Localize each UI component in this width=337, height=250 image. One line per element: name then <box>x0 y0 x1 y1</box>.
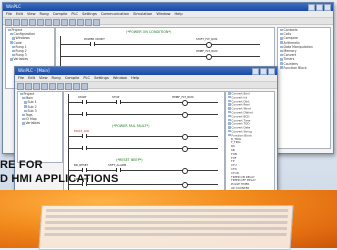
compile-icon[interactable] <box>73 83 80 90</box>
tree-item[interactable]: Variables <box>18 121 62 125</box>
contact-label: POWER ON BIT <box>84 37 105 41</box>
coil[interactable] <box>182 111 188 118</box>
menu-help[interactable]: Help <box>131 75 139 81</box>
coil-label: HMBF_FLT_RUN <box>196 49 218 53</box>
menu-simulation[interactable]: Simulation <box>133 11 152 17</box>
menu-window[interactable]: Window <box>113 75 127 81</box>
menu-window[interactable]: Window <box>156 11 170 17</box>
menu-help[interactable]: Help <box>174 11 182 17</box>
coil-icon[interactable] <box>77 19 84 26</box>
new-icon[interactable] <box>5 19 12 26</box>
compile-icon[interactable] <box>85 19 92 26</box>
open-icon[interactable] <box>25 83 32 90</box>
contact-icon[interactable] <box>69 19 76 26</box>
menu-file[interactable]: File <box>6 11 12 17</box>
promo-banner: RE FOR D HMI APPLICATIONS <box>0 152 337 200</box>
rung-line <box>68 136 218 137</box>
print-icon[interactable] <box>41 83 48 90</box>
left-power-rail <box>60 36 61 66</box>
undo-icon[interactable] <box>53 19 60 26</box>
maximize-icon[interactable] <box>260 68 267 75</box>
menu-file[interactable]: File <box>18 75 24 81</box>
cut-icon[interactable] <box>29 19 36 26</box>
save-icon[interactable] <box>21 19 28 26</box>
rung-line <box>68 114 218 115</box>
minimize-icon[interactable] <box>252 68 259 75</box>
front-toolbar <box>15 82 277 90</box>
window-controls <box>252 68 275 75</box>
contact[interactable] <box>82 100 87 104</box>
contact[interactable] <box>82 146 87 150</box>
download-icon[interactable] <box>93 19 100 26</box>
menu-communication[interactable]: Communication <box>101 11 129 17</box>
save-icon[interactable] <box>33 83 40 90</box>
contact[interactable] <box>82 134 87 138</box>
coil-icon[interactable] <box>57 83 64 90</box>
menu-edit[interactable]: Edit <box>16 11 23 17</box>
banner-line-2: D HMI APPLICATIONS <box>0 173 119 185</box>
menu-rung[interactable]: Rung <box>52 75 61 81</box>
contact[interactable] <box>116 100 121 104</box>
coil[interactable] <box>206 41 212 48</box>
coil[interactable] <box>182 133 188 140</box>
maximize-icon[interactable] <box>316 4 323 11</box>
copy-icon[interactable] <box>37 19 44 26</box>
back-ladder-editor[interactable]: (*POWER ON CONDITION*) POWER ON BIT SHIF… <box>55 27 275 69</box>
back-window-title: WinPLC <box>6 4 21 9</box>
contact-icon[interactable] <box>49 83 56 90</box>
menu-plc[interactable]: PLC <box>71 11 78 17</box>
rung-line <box>68 102 218 103</box>
coil-label: SHIFT_FLT_RUN <box>196 37 218 41</box>
bottom-document-sheet <box>38 205 294 250</box>
paste-icon[interactable] <box>45 19 52 26</box>
menu-rung[interactable]: Rung <box>40 11 49 17</box>
instruction-item[interactable]: Function Block <box>278 66 330 70</box>
run-icon[interactable] <box>81 83 88 90</box>
coil-label: HMBF_FLT_RUN <box>172 95 194 99</box>
menu-compile[interactable]: Compile <box>65 75 80 81</box>
branch-icon[interactable] <box>65 83 72 90</box>
rung-comment: (*POWER ON CONDITION*) <box>126 30 172 34</box>
coil[interactable] <box>182 145 188 152</box>
contact-label: FAULT_ACK <box>74 129 90 133</box>
rung-line <box>68 148 218 149</box>
menu-view[interactable]: View <box>27 11 36 17</box>
contact-label: START <box>78 95 87 99</box>
menu-view[interactable]: View <box>39 75 48 81</box>
menu-compile[interactable]: Compile <box>53 11 68 17</box>
coil[interactable] <box>206 53 212 60</box>
open-icon[interactable] <box>13 19 20 26</box>
minimize-icon[interactable] <box>308 4 315 11</box>
close-icon[interactable] <box>324 4 331 11</box>
front-menubar: File Edit View Rung Compile PLC Settings… <box>15 75 277 82</box>
contact[interactable] <box>90 42 95 46</box>
front-window-titlebar: WinPLC - [Main] <box>15 67 277 75</box>
redo-icon[interactable] <box>61 19 68 26</box>
menu-edit[interactable]: Edit <box>28 75 35 81</box>
back-instruction-list: Contacts Coils Compare Arithmetic Data M… <box>277 27 331 149</box>
new-icon[interactable] <box>17 83 24 90</box>
menu-settings[interactable]: Settings <box>82 11 97 17</box>
contact[interactable] <box>82 112 87 116</box>
rung-comment: (*POWER FAIL FAULT*) <box>112 124 150 128</box>
tree-item[interactable]: Variables <box>6 57 54 61</box>
back-toolbar <box>3 18 333 26</box>
menu-settings[interactable]: Settings <box>94 75 109 81</box>
banner-line-1: RE FOR <box>0 159 43 171</box>
front-window-title: WinPLC - [Main] <box>18 68 50 73</box>
back-menubar: File Edit View Rung Compile PLC Settings… <box>3 11 333 18</box>
coil[interactable] <box>182 99 188 106</box>
menu-plc[interactable]: PLC <box>83 75 90 81</box>
back-window-titlebar: WinPLC <box>3 3 333 11</box>
window-controls <box>308 4 331 11</box>
close-icon[interactable] <box>268 68 275 75</box>
rung-line <box>60 56 260 57</box>
contact-label: STOP <box>112 95 120 99</box>
